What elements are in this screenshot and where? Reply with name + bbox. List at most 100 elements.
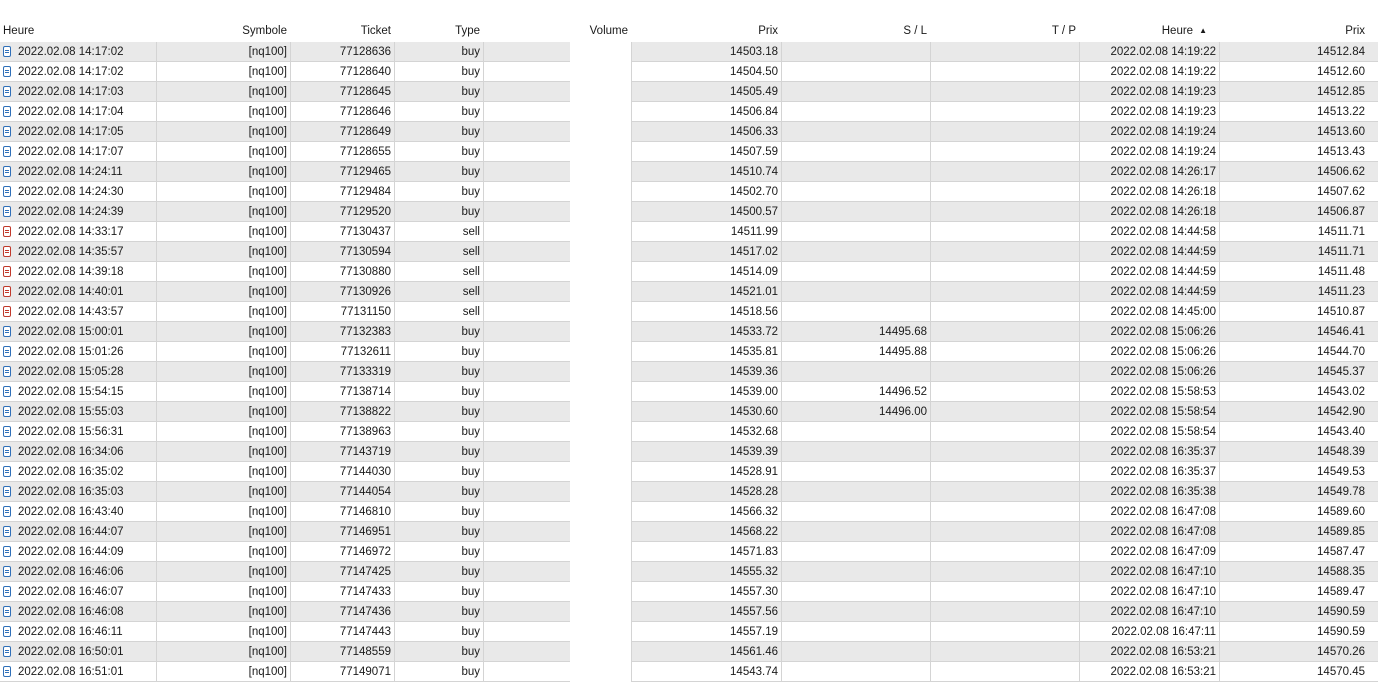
cell-symbol: [nq100] [248, 166, 287, 178]
table-row[interactable]: 2022.02.08 16:46:11 [nq100] 77147443 buy 145… [0, 622, 1381, 642]
cell-close-time: 2022.02.08 16:53:21 [1110, 666, 1216, 678]
column-header-price[interactable]: Prix [631, 20, 781, 42]
cell-take-profit [930, 622, 1079, 642]
cell-take-profit [930, 362, 1079, 382]
table-row[interactable]: 2022.02.08 16:34:06 [nq100] 77143719 buy 145… [0, 442, 1381, 462]
cell-take-profit [930, 342, 1079, 362]
column-header-volume[interactable]: Volume [570, 20, 631, 42]
cell-take-profit [930, 482, 1079, 502]
cell-close-time: 2022.02.08 15:58:54 [1110, 406, 1216, 418]
table-row[interactable]: 2022.02.08 15:54:15 [nq100] 77138714 buy 145… [0, 382, 1381, 402]
table-row[interactable]: 2022.02.08 14:17:02 [nq100] 77128640 buy 145… [0, 62, 1381, 82]
column-header-close-time-label: Heure [1161, 25, 1194, 37]
cell-volume [570, 482, 631, 502]
table-row[interactable]: 2022.02.08 14:35:57 [nq100] 77130594 sell 14… [0, 242, 1381, 262]
cell-close-price: 14511.48 [1317, 266, 1365, 278]
cell-symbol: [nq100] [248, 46, 287, 58]
cell-ticket: 77130594 [339, 246, 391, 258]
table-row[interactable]: 2022.02.08 14:24:11 [nq100] 77129465 buy 145… [0, 162, 1381, 182]
cell-price: 14511.99 [730, 226, 778, 238]
cell-symbol: [nq100] [248, 206, 287, 218]
table-row[interactable]: 2022.02.08 14:17:05 [nq100] 77128649 buy 145… [0, 122, 1381, 142]
table-row[interactable]: 2022.02.08 15:00:01 [nq100] 77132383 buy 145… [0, 322, 1381, 342]
column-divider [483, 122, 484, 142]
cell-volume [570, 582, 631, 602]
cell-stop-loss [781, 82, 930, 102]
table-row[interactable]: 2022.02.08 16:46:06 [nq100] 77147425 buy 145… [0, 562, 1381, 582]
cell-time: 2022.02.08 16:50:01 [18, 646, 124, 658]
table-row[interactable]: 2022.02.08 16:35:03 [nq100] 77144054 buy 145… [0, 482, 1381, 502]
column-header-ticket[interactable]: Ticket [290, 20, 394, 42]
cell-volume [570, 642, 631, 662]
cell-ticket: 77147443 [339, 626, 391, 638]
cell-take-profit [930, 602, 1079, 622]
cell-type: buy [461, 386, 480, 398]
cell-close-time: 2022.02.08 14:19:23 [1110, 86, 1216, 98]
table-row[interactable]: 2022.02.08 14:17:04 [nq100] 77128646 buy 145… [0, 102, 1381, 122]
cell-symbol: [nq100] [248, 346, 287, 358]
cell-volume [570, 222, 631, 242]
column-header-take-profit[interactable]: T / P [930, 20, 1079, 42]
table-row[interactable]: 2022.02.08 14:39:18 [nq100] 77130880 sell 14… [0, 262, 1381, 282]
column-divider [483, 462, 484, 482]
table-row[interactable]: 2022.02.08 15:55:03 [nq100] 77138822 buy 145… [0, 402, 1381, 422]
table-row[interactable]: 2022.02.08 16:43:40 [nq100] 77146810 buy 145… [0, 502, 1381, 522]
cell-close-time: 2022.02.08 14:44:59 [1110, 246, 1216, 258]
cell-take-profit [930, 322, 1079, 342]
table-row[interactable]: 2022.02.08 16:46:08 [nq100] 77147436 buy 145… [0, 602, 1381, 622]
table-row[interactable]: 2022.02.08 16:44:09 [nq100] 77146972 buy 145… [0, 542, 1381, 562]
cell-time: 2022.02.08 14:17:04 [18, 106, 124, 118]
cell-take-profit [930, 642, 1079, 662]
cell-volume [570, 522, 631, 542]
cell-ticket: 77130926 [339, 286, 391, 298]
cell-close-price: 14543.40 [1317, 426, 1365, 438]
cell-price: 14535.81 [730, 346, 778, 358]
cell-close-time: 2022.02.08 16:47:10 [1110, 606, 1216, 618]
table-row[interactable]: 2022.02.08 14:17:03 [nq100] 77128645 buy 145… [0, 82, 1381, 102]
cell-volume [570, 322, 631, 342]
cell-ticket: 77131150 [340, 306, 391, 318]
table-row[interactable]: 2022.02.08 15:05:28 [nq100] 77133319 buy 145… [0, 362, 1381, 382]
table-row[interactable]: 2022.02.08 14:24:30 [nq100] 77129484 buy 145… [0, 182, 1381, 202]
cell-ticket: 77129520 [339, 206, 391, 218]
table-row[interactable]: 2022.02.08 15:56:31 [nq100] 77138963 buy 145… [0, 422, 1381, 442]
cell-take-profit [930, 202, 1079, 222]
cell-ticket: 77128646 [339, 106, 391, 118]
cell-time: 2022.02.08 16:35:02 [18, 466, 124, 478]
cell-close-time: 2022.02.08 16:35:38 [1110, 486, 1216, 498]
cell-type: sell [462, 286, 480, 298]
table-row[interactable]: 2022.02.08 16:35:02 [nq100] 77144030 buy 145… [0, 462, 1381, 482]
table-row[interactable]: 2022.02.08 14:24:39 [nq100] 77129520 buy 145… [0, 202, 1381, 222]
table-row[interactable]: 2022.02.08 14:17:02 [nq100] 77128636 buy 145… [0, 42, 1381, 62]
cell-close-time: 2022.02.08 14:19:24 [1110, 126, 1216, 138]
column-divider [483, 482, 484, 502]
table-row[interactable]: 2022.02.08 15:01:26 [nq100] 77132611 buy 145… [0, 342, 1381, 362]
table-row[interactable]: 2022.02.08 14:33:17 [nq100] 77130437 sell 14… [0, 222, 1381, 242]
table-row[interactable]: 2022.02.08 16:46:07 [nq100] 77147433 buy 145… [0, 582, 1381, 602]
table-row[interactable]: 2022.02.08 14:40:01 [nq100] 77130926 sell 14… [0, 282, 1381, 302]
column-header-type[interactable]: Type [394, 20, 483, 42]
cell-stop-loss [781, 422, 930, 442]
cell-close-price: 14510.87 [1317, 306, 1365, 318]
table-row[interactable]: 2022.02.08 14:17:07 [nq100] 77128655 buy 145… [0, 142, 1381, 162]
table-row[interactable]: 2022.02.08 16:51:01 [nq100] 77149071 buy 145… [0, 662, 1381, 682]
cell-stop-loss [781, 642, 930, 662]
table-row[interactable]: 2022.02.08 16:50:01 [nq100] 77148559 buy 145… [0, 642, 1381, 662]
cell-take-profit [930, 522, 1079, 542]
cell-symbol: [nq100] [248, 246, 287, 258]
column-header-close-price[interactable]: Prix [1219, 20, 1368, 42]
cell-take-profit [930, 102, 1079, 122]
column-divider [483, 522, 484, 542]
cell-close-time: 2022.02.08 14:19:24 [1110, 146, 1216, 158]
table-row[interactable]: 2022.02.08 16:44:07 [nq100] 77146951 buy 145… [0, 522, 1381, 542]
cell-close-price: 14511.23 [1317, 286, 1365, 298]
column-header-time[interactable]: Heure [0, 20, 156, 42]
table-row[interactable]: 2022.02.08 14:43:57 [nq100] 77131150 sell 14… [0, 302, 1381, 322]
column-header-stop-loss[interactable]: S / L [781, 20, 930, 42]
cell-price: 14528.28 [730, 486, 778, 498]
column-header-close-time[interactable]: Heure ▲ [1079, 20, 1219, 42]
cell-price: 14543.74 [730, 666, 778, 678]
cell-volume [570, 402, 631, 422]
cell-stop-loss: 14496.00 [879, 406, 927, 418]
column-header-symbol[interactable]: Symbole [156, 20, 290, 42]
